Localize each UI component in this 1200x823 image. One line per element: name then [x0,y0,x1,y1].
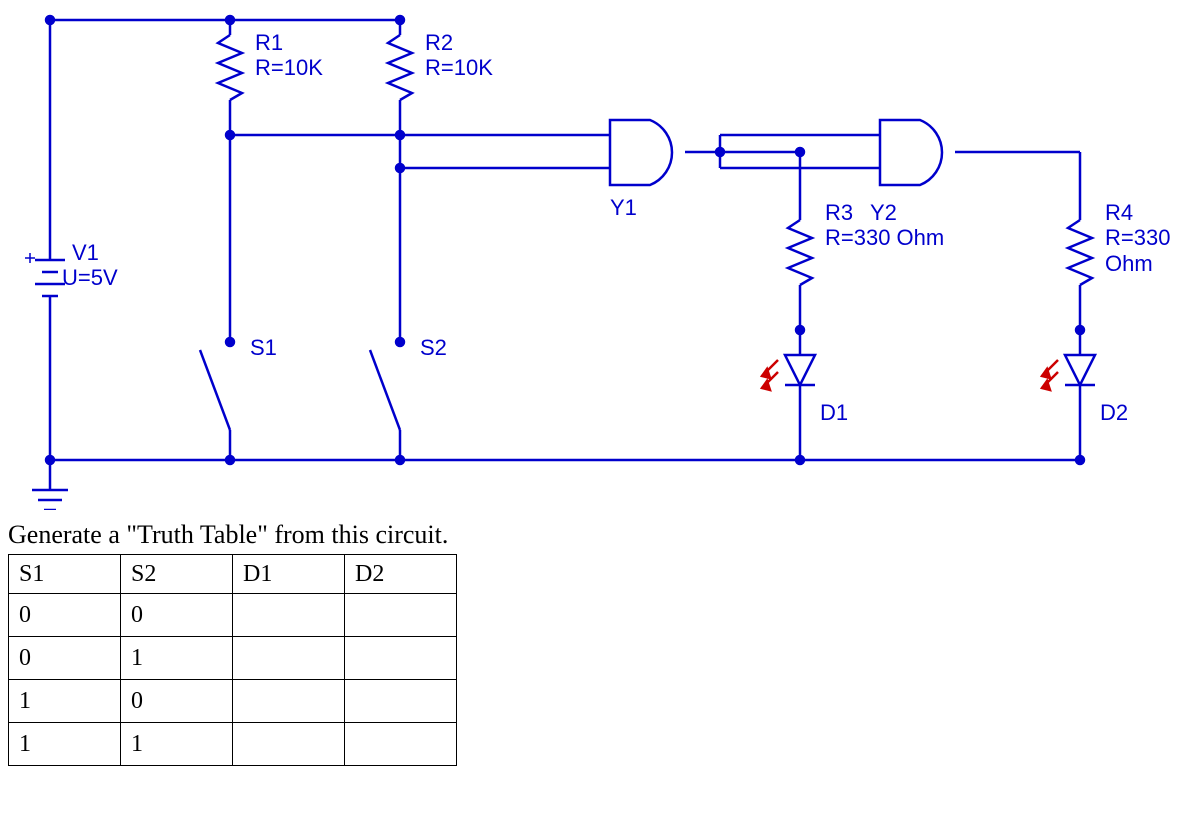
cell-s1: 1 [9,680,121,723]
header-s1: S1 [9,555,121,594]
d1-label: D1 [820,400,848,426]
cell-d1[interactable] [233,680,345,723]
circuit-diagram: R1 R=10K R2 R=10K V1 U=5V S1 S2 Y1 Y2 R3… [0,0,1200,510]
r3-name: R3 [825,200,853,226]
cell-s2: 1 [121,723,233,766]
r1-value: R=10K [255,55,323,81]
cell-d2[interactable] [345,594,457,637]
table-header-row: S1 S2 D1 D2 [9,555,457,594]
r2-name: R2 [425,30,453,56]
truth-table: S1 S2 D1 D2 0 0 0 1 1 0 1 1 [8,554,457,766]
cell-d1[interactable] [233,723,345,766]
cell-d1[interactable] [233,637,345,680]
table-row: 0 0 [9,594,457,637]
table-row: 1 0 [9,680,457,723]
cell-s2: 0 [121,594,233,637]
cell-d2[interactable] [345,637,457,680]
y1-label: Y1 [610,195,637,221]
cell-s1: 1 [9,723,121,766]
cell-d1[interactable] [233,594,345,637]
circuit-schematic [0,0,1200,510]
s2-label: S2 [420,335,447,361]
y2-label: Y2 [870,200,897,226]
v1-value: U=5V [62,265,118,291]
r1-name: R1 [255,30,283,56]
question-text: Generate a "Truth Table" from this circu… [0,520,1200,550]
r4-value: R=330 Ohm [1105,225,1200,277]
s1-label: S1 [250,335,277,361]
d2-label: D2 [1100,400,1128,426]
cell-s2: 0 [121,680,233,723]
table-row: 1 1 [9,723,457,766]
header-d1: D1 [233,555,345,594]
r2-value: R=10K [425,55,493,81]
cell-d2[interactable] [345,723,457,766]
cell-s1: 0 [9,594,121,637]
cell-s1: 0 [9,637,121,680]
r3-value: R=330 Ohm [825,225,944,251]
header-d2: D2 [345,555,457,594]
r4-name: R4 [1105,200,1133,226]
cell-d2[interactable] [345,680,457,723]
v1-name: V1 [72,240,99,266]
header-s2: S2 [121,555,233,594]
cell-s2: 1 [121,637,233,680]
table-row: 0 1 [9,637,457,680]
